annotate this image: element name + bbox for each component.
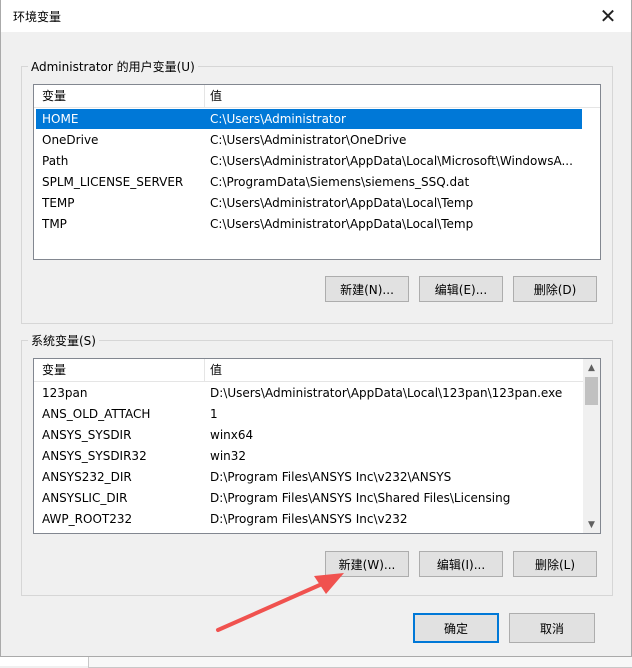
- system-variable-row[interactable]: ANSYS232_DIR D:\Program Files\ANSYS Inc\v…: [36, 467, 582, 487]
- variable-value: C:\Users\Administrator: [210, 112, 346, 126]
- close-button[interactable]: ✕: [585, 0, 631, 32]
- variable-value: D:\Program Files\ANSYS Inc\v232\ANSYS: [210, 470, 452, 484]
- system-list-scrollbar[interactable]: ▲ ▼: [583, 359, 600, 533]
- variable-value: C:\Users\Administrator\AppData\Local\Tem…: [210, 217, 474, 231]
- user-variable-row[interactable]: TEMP C:\Users\Administrator\AppData\Local…: [36, 193, 582, 213]
- user-variable-row[interactable]: TMP C:\Users\Administrator\AppData\Local\…: [36, 214, 582, 234]
- variable-value: C:\ProgramData\Siemens\siemens_SSQ.dat: [210, 175, 470, 189]
- system-variable-row[interactable]: 123pan D:\Users\Administrator\AppData\Loc…: [36, 383, 582, 403]
- variable-name: AWP_ROOT232: [42, 512, 133, 526]
- variable-name: ANSYS_SYSDIR: [42, 428, 132, 442]
- system-delete-button[interactable]: 删除(L): [513, 551, 597, 577]
- variable-value: winx64: [210, 428, 254, 442]
- system-variables-label: 系统变量(S): [28, 332, 99, 349]
- system-edit-button[interactable]: 编辑(I)...: [419, 551, 503, 577]
- ok-button[interactable]: 确定: [413, 613, 499, 643]
- user-variables-list[interactable]: 变量 值 HOME C:\Users\Administrator OneDrive C…: [33, 84, 601, 260]
- chevron-down-icon: ▼: [588, 519, 595, 530]
- variable-value: C:\Users\Administrator\AppData\Local\Tem…: [210, 196, 474, 210]
- column-header-value[interactable]: 值: [204, 359, 222, 381]
- variable-name: TMP: [42, 217, 67, 231]
- close-icon: ✕: [599, 4, 617, 28]
- system-variable-row[interactable]: ANSYS_SYSDIR winx64: [36, 425, 582, 445]
- variable-name: HOME: [42, 112, 79, 126]
- user-list-header: 变量 值: [34, 85, 600, 108]
- user-variable-row[interactable]: SPLM_LICENSE_SERVER C:\ProgramData\Siemen…: [36, 172, 582, 192]
- user-delete-button[interactable]: 删除(D): [513, 276, 597, 302]
- user-variables-label: Administrator 的用户变量(U): [28, 58, 198, 75]
- variable-name: ANS_OLD_ATTACH: [42, 407, 151, 421]
- cancel-button[interactable]: 取消: [509, 613, 595, 643]
- variable-value: C:\Users\Administrator\AppData\Local\Mic…: [210, 154, 573, 168]
- system-variables-list[interactable]: 变量 值 123pan D:\Users\Administrator\AppDat…: [33, 358, 601, 534]
- user-variable-row[interactable]: Path C:\Users\Administrator\AppData\Local…: [36, 151, 582, 171]
- variable-value: D:\Program Files\ANSYS Inc\Shared Files\…: [210, 491, 511, 505]
- scroll-down-arrow[interactable]: ▼: [583, 516, 600, 533]
- variable-name: ANSYSLIC_DIR: [42, 491, 128, 505]
- variable-name: SPLM_LICENSE_SERVER: [42, 175, 184, 189]
- system-new-button[interactable]: 新建(W)...: [325, 551, 409, 577]
- system-list-header: 变量 值: [34, 359, 583, 382]
- variable-name: Path: [42, 154, 69, 168]
- system-variable-row[interactable]: ANSYSLIC_DIR D:\Program Files\ANSYS Inc\S…: [36, 488, 582, 508]
- window-title: 环境变量: [13, 10, 62, 24]
- environment-variables-dialog: 环境变量 ✕ Administrator 的用户变量(U) 变量 值 HOME C…: [0, 0, 632, 657]
- system-variable-row[interactable]: ANSYS_SYSDIR32 win32: [36, 446, 582, 466]
- user-new-button[interactable]: 新建(N)...: [325, 276, 409, 302]
- variable-value: 1: [210, 407, 218, 421]
- variable-name: OneDrive: [42, 133, 99, 147]
- column-header-variable[interactable]: 变量: [36, 359, 66, 381]
- scroll-thumb[interactable]: [585, 377, 598, 405]
- user-variable-row[interactable]: OneDrive C:\Users\Administrator\OneDrive: [36, 130, 582, 150]
- variable-name: TEMP: [42, 196, 75, 210]
- variable-name: ANSYS232_DIR: [42, 470, 132, 484]
- chevron-up-icon: ▲: [588, 362, 595, 373]
- variable-name: 123pan: [42, 386, 88, 400]
- system-variable-row[interactable]: ANS_OLD_ATTACH 1: [36, 404, 582, 424]
- user-variable-row[interactable]: HOME C:\Users\Administrator: [36, 109, 582, 129]
- user-edit-button[interactable]: 编辑(E)...: [419, 276, 503, 302]
- variable-value: C:\Users\Administrator\OneDrive: [210, 133, 407, 147]
- variable-value: win32: [210, 449, 247, 463]
- variable-name: ANSYS_SYSDIR32: [42, 449, 147, 463]
- variable-value: D:\Users\Administrator\AppData\Local\123…: [210, 386, 563, 400]
- system-variable-row[interactable]: AWP_ROOT232 D:\Program Files\ANSYS Inc\v2…: [36, 509, 582, 529]
- variable-value: D:\Program Files\ANSYS Inc\v232: [210, 512, 408, 526]
- title-bar: 环境变量 ✕: [1, 0, 631, 32]
- scroll-up-arrow[interactable]: ▲: [583, 359, 600, 376]
- column-header-value[interactable]: 值: [204, 85, 222, 107]
- column-header-variable[interactable]: 变量: [36, 85, 66, 107]
